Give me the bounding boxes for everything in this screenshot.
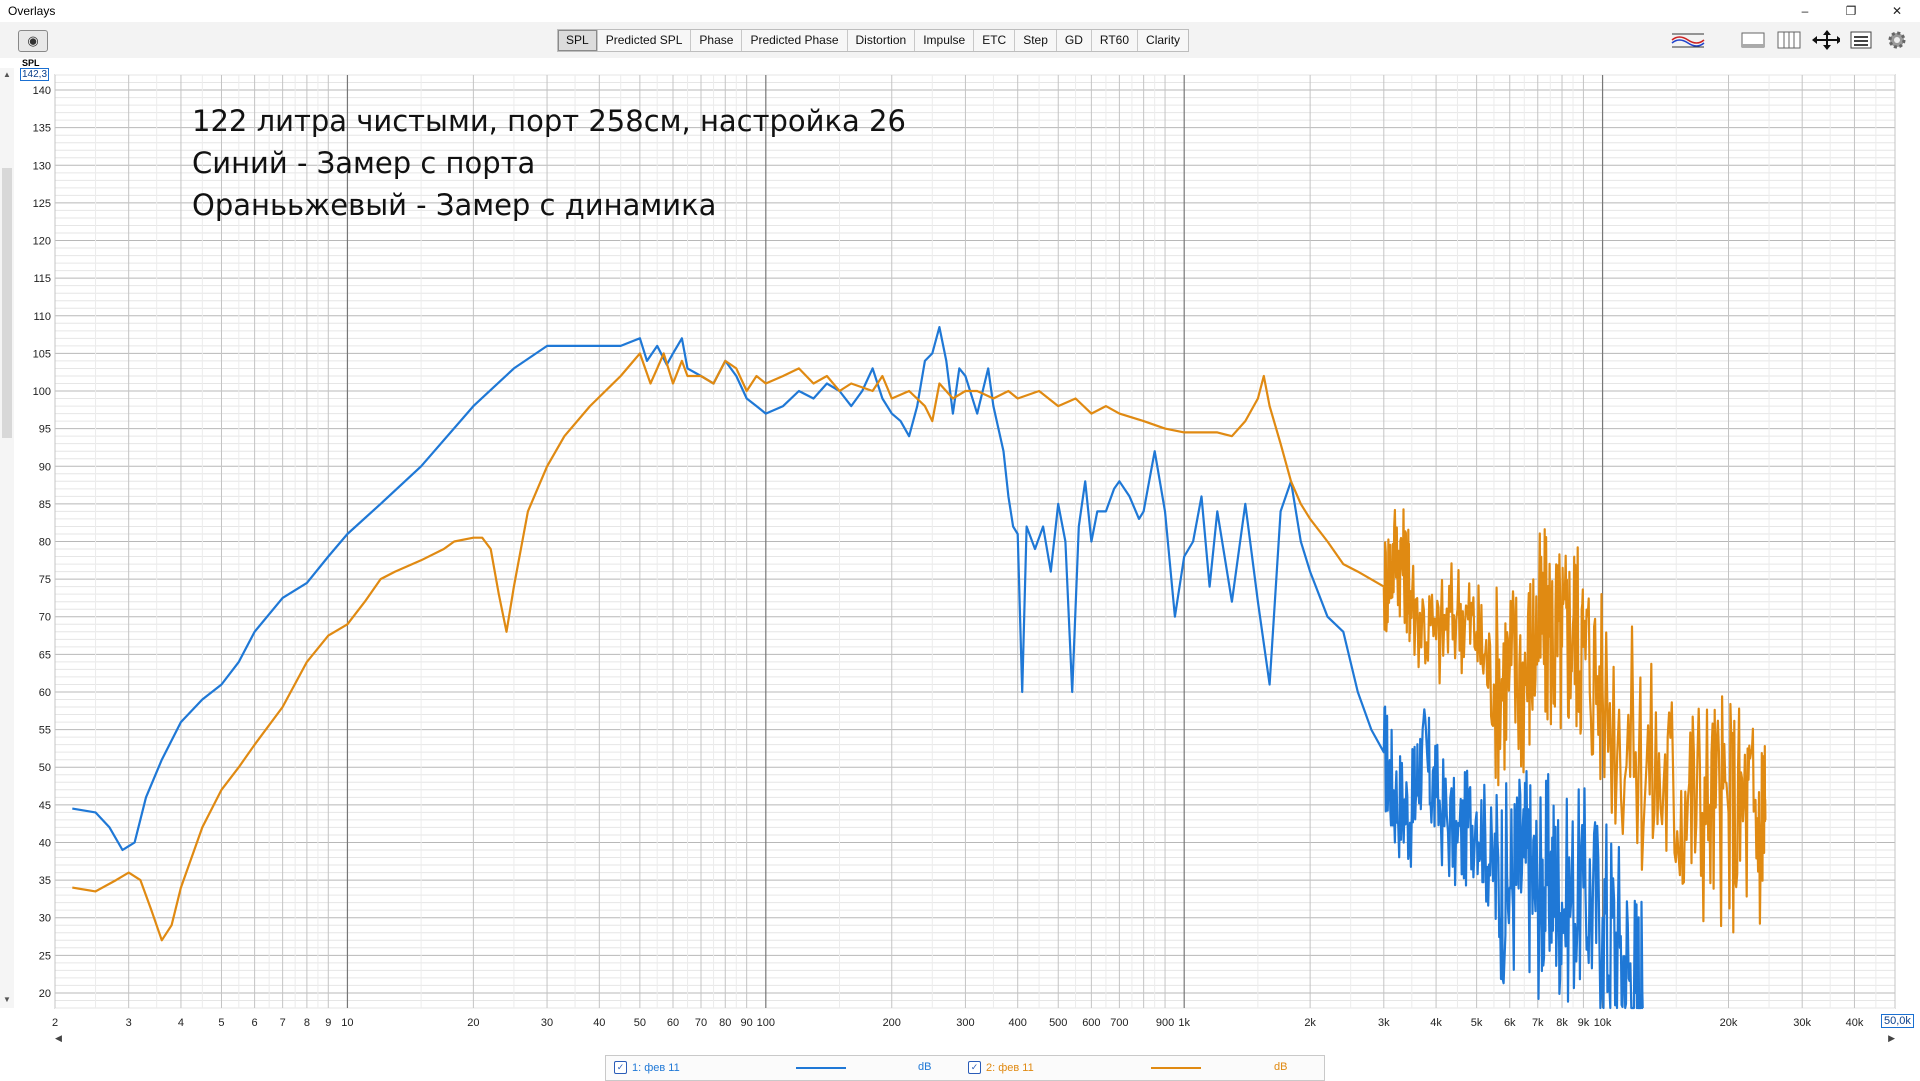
x-tick-label: 1k xyxy=(1178,1017,1190,1029)
x-tick-label: 100 xyxy=(757,1017,775,1029)
x-tick-label: 9 xyxy=(325,1017,331,1029)
legend: ✓ 1: фев 11 dB ✓ 2: фев 11 dB xyxy=(605,1055,1325,1081)
x-tick-label: 7 xyxy=(280,1017,286,1029)
y-tick-label: 85 xyxy=(39,499,51,511)
y-tick-label: 95 xyxy=(39,424,51,436)
x-tick-label: 40k xyxy=(1846,1017,1864,1029)
y-tick-label: 35 xyxy=(39,875,51,887)
x-tick-label: 700 xyxy=(1110,1017,1128,1029)
y-tick-label: 90 xyxy=(39,461,51,473)
x-tick-label: 70 xyxy=(695,1017,707,1029)
legend-line-2 xyxy=(1151,1067,1201,1069)
y-tick-label: 30 xyxy=(39,913,51,925)
annotation-line-1: 122 литра чистыми, порт 258см, настройка… xyxy=(192,104,906,138)
x-tick-label: 60 xyxy=(667,1017,679,1029)
x-tick-label: 400 xyxy=(1009,1017,1027,1029)
x-tick-label: 8k xyxy=(1556,1017,1568,1029)
x-tick-label: 3k xyxy=(1378,1017,1390,1029)
x-tick-label: 3 xyxy=(126,1017,132,1029)
annotation-line-2: Синий - Замер с порта xyxy=(192,146,536,180)
x-tick-label: 2k xyxy=(1304,1017,1316,1029)
x-tick-label: 50 xyxy=(634,1017,646,1029)
legend-checkbox-2[interactable]: ✓ xyxy=(968,1061,981,1074)
y-tick-label: 80 xyxy=(39,537,51,549)
x-tick-label: 90 xyxy=(741,1017,753,1029)
x-tick-label: 4 xyxy=(178,1017,184,1029)
scroll-left-arrow-icon[interactable]: ◀ xyxy=(55,1033,62,1044)
x-tick-label: 7k xyxy=(1532,1017,1544,1029)
y-tick-label: 25 xyxy=(39,950,51,962)
y-tick-label: 60 xyxy=(39,687,51,699)
x-tick-label: 5 xyxy=(218,1017,224,1029)
x-tick-label: 6 xyxy=(252,1017,258,1029)
x-tick-label: 4k xyxy=(1430,1017,1442,1029)
y-tick-label: 130 xyxy=(33,160,51,172)
legend-unit-1: dB xyxy=(918,1061,932,1073)
x-tick-label: 10 xyxy=(341,1017,353,1029)
legend-item-2[interactable]: ✓ 2: фев 11 xyxy=(968,1061,1034,1074)
legend-item-1[interactable]: ✓ 1: фев 11 xyxy=(614,1061,680,1074)
y-tick-label: 115 xyxy=(33,273,51,285)
y-tick-label: 40 xyxy=(39,837,51,849)
x-tick-label: 500 xyxy=(1049,1017,1067,1029)
x-tick-label: 200 xyxy=(883,1017,901,1029)
x-tick-label: 20 xyxy=(467,1017,479,1029)
y-tick-label: 135 xyxy=(33,123,51,135)
y-tick-label: 100 xyxy=(33,386,51,398)
x-tick-label: 5k xyxy=(1471,1017,1483,1029)
y-tick-label: 20 xyxy=(39,988,51,1000)
y-tick-label: 120 xyxy=(33,236,51,248)
y-tick-label: 75 xyxy=(39,574,51,586)
annotation-line-3: Оранььжевый - Замер с динамика xyxy=(192,188,717,222)
x-tick-label: 300 xyxy=(956,1017,974,1029)
y-tick-label: 140 xyxy=(33,85,51,97)
horizontal-scrollbar[interactable]: ◀ ▶ xyxy=(55,1033,1895,1045)
x-tick-label: 40 xyxy=(593,1017,605,1029)
x-tick-label: 8 xyxy=(304,1017,310,1029)
x-tick-label: 80 xyxy=(719,1017,731,1029)
legend-line-1 xyxy=(796,1067,846,1069)
x-axis-max-input[interactable]: 50,0k xyxy=(1881,1014,1914,1028)
y-tick-label: 105 xyxy=(33,348,51,360)
x-tick-label: 10k xyxy=(1594,1017,1612,1029)
x-tick-label: 9k xyxy=(1578,1017,1590,1029)
chart-annotation: 122 литра чистыми, порт 258см, настройка… xyxy=(192,100,906,226)
legend-label-2: 2: фев 11 xyxy=(986,1061,1034,1074)
y-tick-label: 65 xyxy=(39,649,51,661)
y-tick-label: 55 xyxy=(39,725,51,737)
y-tick-label: 45 xyxy=(39,800,51,812)
x-tick-label: 600 xyxy=(1082,1017,1100,1029)
y-tick-label: 125 xyxy=(33,198,51,210)
y-tick-label: 110 xyxy=(33,311,51,323)
x-tick-label: 30 xyxy=(541,1017,553,1029)
y-tick-label: 70 xyxy=(39,612,51,624)
x-tick-label: 6k xyxy=(1504,1017,1516,1029)
legend-label-1: 1: фев 11 xyxy=(632,1061,680,1074)
legend-checkbox-1[interactable]: ✓ xyxy=(614,1061,627,1074)
y-tick-label: 50 xyxy=(39,762,51,774)
x-tick-label: 2 xyxy=(52,1017,58,1029)
scroll-right-arrow-icon[interactable]: ▶ xyxy=(1888,1033,1895,1044)
x-tick-label: 900 xyxy=(1156,1017,1174,1029)
x-tick-label: 20k xyxy=(1720,1017,1738,1029)
x-tick-label: 30k xyxy=(1793,1017,1811,1029)
legend-unit-2: dB xyxy=(1274,1061,1288,1073)
